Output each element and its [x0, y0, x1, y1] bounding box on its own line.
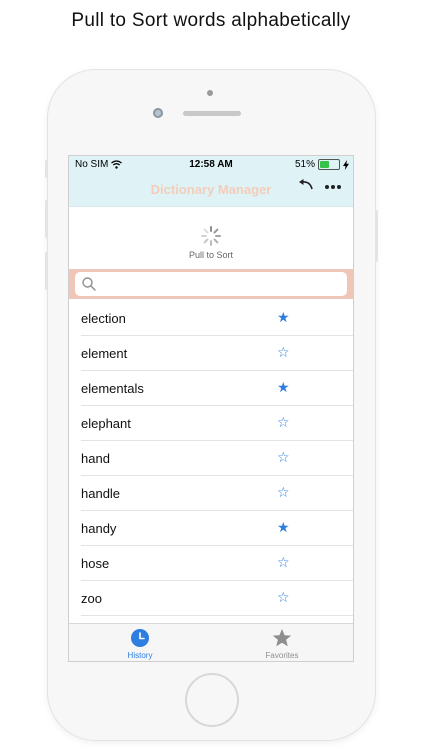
search-icon [82, 277, 96, 291]
tab-bar: History Favorites [69, 623, 353, 661]
word-row[interactable]: handle ☆ [81, 476, 353, 511]
activity-spinner-icon [201, 226, 221, 246]
battery-percent: 51% [294, 159, 315, 170]
search-bar [69, 269, 353, 299]
charging-bolt-icon [343, 159, 349, 170]
app-screen: No SIM 12:58 AM 51% Dictionary Manager P… [68, 155, 354, 662]
star-outline-icon[interactable]: ☆ [277, 553, 290, 571]
tab-history[interactable]: History [69, 624, 211, 661]
star-outline-icon[interactable]: ☆ [277, 343, 290, 361]
word-row[interactable]: elementals ★ [81, 371, 353, 406]
word-row[interactable]: handy ★ [81, 511, 353, 546]
tab-favorites-label: Favorites [265, 651, 299, 660]
word-label: election [81, 311, 126, 326]
star-outline-icon[interactable]: ☆ [277, 588, 290, 606]
undo-icon[interactable] [297, 178, 315, 201]
earpiece-speaker [183, 111, 241, 116]
tab-history-label: History [127, 651, 153, 660]
word-label: elementals [81, 381, 144, 396]
tab-favorites[interactable]: Favorites [211, 624, 353, 661]
front-camera [153, 108, 163, 118]
search-field[interactable] [75, 272, 347, 296]
more-icon[interactable] [323, 178, 343, 201]
word-list: election ★ element ☆ elementals ★ elephant ☆ han… [69, 301, 353, 616]
star-outline-icon[interactable]: ☆ [277, 448, 290, 466]
navigation-bar: Dictionary Manager [69, 174, 353, 207]
pull-to-sort-label: Pull to Sort [188, 250, 234, 260]
word-label: hand [81, 451, 110, 466]
star-outline-icon[interactable]: ☆ [277, 413, 290, 431]
word-row[interactable]: hand ☆ [81, 441, 353, 476]
phone-frame: No SIM 12:58 AM 51% Dictionary Manager P… [45, 70, 378, 740]
search-input[interactable] [101, 274, 341, 294]
pull-to-sort-area[interactable]: Pull to Sort [69, 207, 353, 269]
word-row[interactable]: election ★ [81, 301, 353, 336]
clock-icon [131, 629, 149, 647]
word-label: handle [81, 486, 121, 501]
battery-icon [318, 159, 340, 170]
star-filled-icon[interactable]: ★ [277, 378, 290, 396]
promo-title: Pull to Sort words alphabetically [71, 10, 351, 31]
word-label: elephant [81, 416, 131, 431]
volume-up-button [45, 200, 48, 238]
word-label: element [81, 346, 128, 361]
status-bar: No SIM 12:58 AM 51% [69, 156, 353, 174]
word-row[interactable]: element ☆ [81, 336, 353, 371]
word-label: zoo [81, 591, 102, 606]
word-row[interactable]: hose ☆ [81, 546, 353, 581]
power-button [375, 210, 378, 262]
volume-down-button [45, 252, 48, 290]
word-row[interactable]: elephant ☆ [81, 406, 353, 441]
proximity-sensor [207, 90, 213, 96]
star-icon [272, 629, 292, 647]
word-label: handy [81, 521, 117, 536]
word-label: hose [81, 556, 110, 571]
star-filled-icon[interactable]: ★ [277, 518, 290, 536]
home-button[interactable] [185, 673, 239, 727]
star-outline-icon[interactable]: ☆ [277, 483, 290, 501]
battery-fill [320, 161, 329, 168]
star-filled-icon[interactable]: ★ [277, 308, 290, 326]
word-row[interactable]: zoo ☆ [81, 581, 353, 616]
mute-switch [45, 160, 48, 178]
